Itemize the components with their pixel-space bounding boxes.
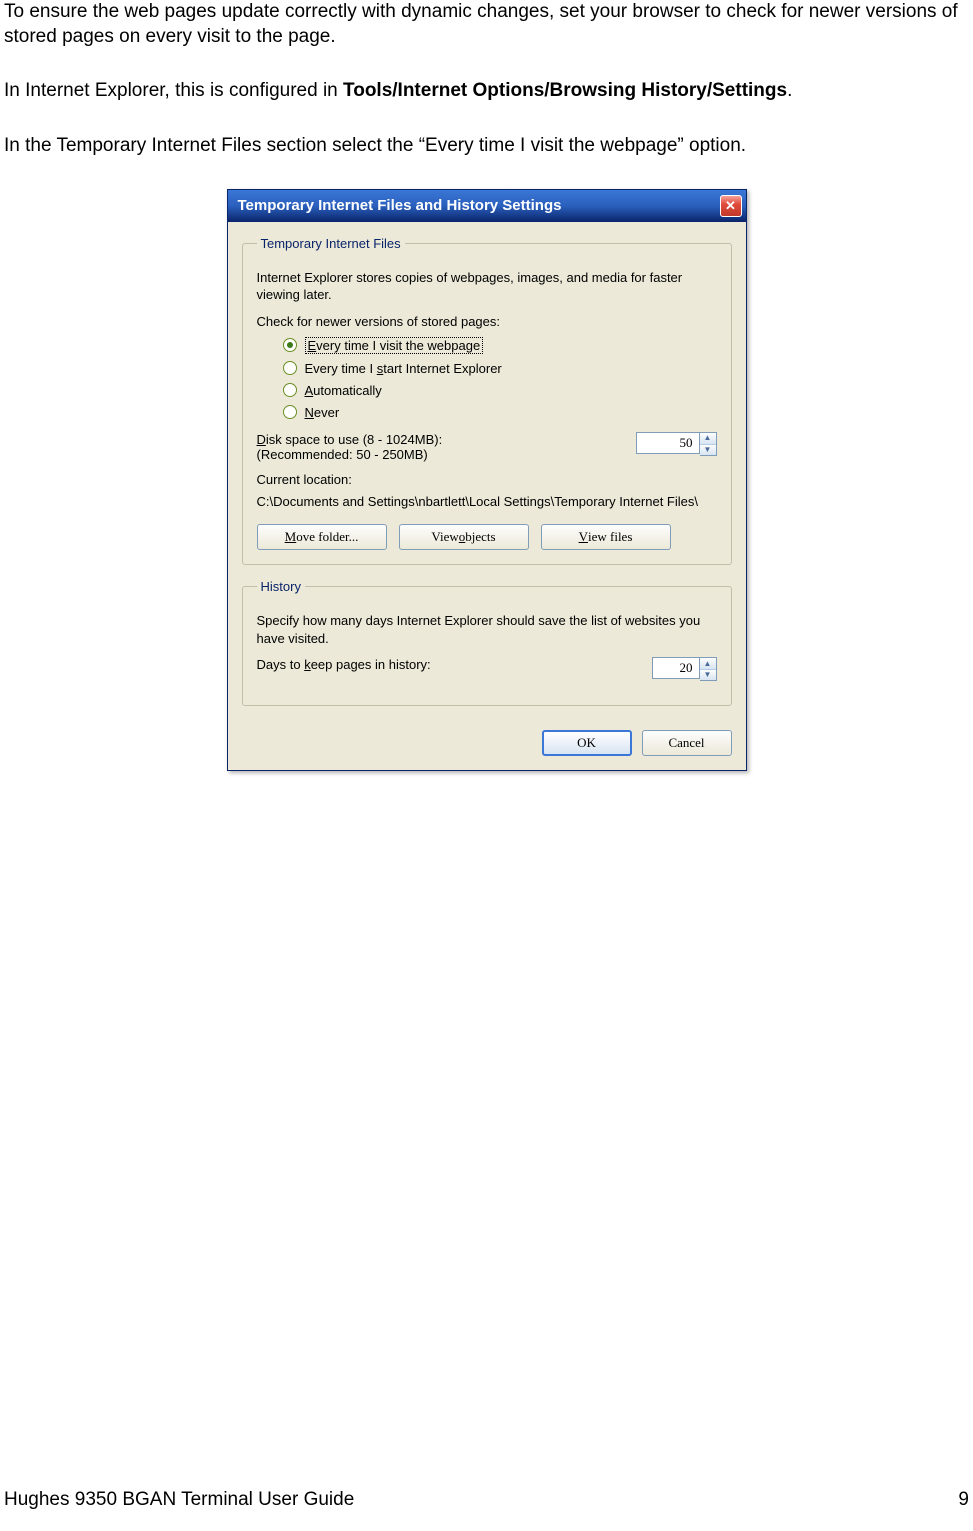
mnemonic: D [257, 432, 266, 447]
label-rest: very time I visit the webpage [316, 338, 480, 353]
close-button[interactable]: ✕ [720, 195, 742, 217]
mnemonic: E [308, 338, 317, 353]
check-newer-label: Check for newer versions of stored pages… [257, 314, 717, 329]
page-number: 9 [958, 1489, 969, 1511]
label-rest: utomatically [313, 383, 382, 398]
current-location-label: Current location: [257, 472, 717, 487]
radio-never[interactable]: Never [283, 405, 717, 420]
label-rest: iew files [588, 529, 632, 545]
current-location-path: C:\Documents and Settings\nbartlett\Loca… [257, 493, 717, 511]
mnemonic: V [579, 529, 588, 545]
radio-never-label: Never [305, 405, 340, 420]
temp-files-legend: Temporary Internet Files [257, 236, 405, 251]
mnemonic: N [305, 405, 314, 420]
paragraph-3: In the Temporary Internet Files section … [4, 134, 969, 159]
view-files-button[interactable]: View files [541, 524, 671, 550]
disk-space-input[interactable] [636, 432, 700, 454]
radio-icon [283, 383, 297, 397]
radio-every-start[interactable]: Every time I start Internet Explorer [283, 361, 717, 376]
label-rest: isk space to use (8 - 1024MB): [266, 432, 442, 447]
move-folder-button[interactable]: Move folder... [257, 524, 387, 550]
paragraph-2: In Internet Explorer, this is configured… [4, 79, 969, 104]
radio-icon [283, 361, 297, 375]
dialog-titlebar: Temporary Internet Files and History Set… [228, 190, 746, 222]
view-objects-button[interactable]: View objects [399, 524, 529, 550]
history-legend: History [257, 579, 305, 594]
p2-bold: Tools/Internet Options/Browsing History/… [343, 80, 787, 101]
close-icon: ✕ [725, 198, 736, 214]
temp-files-desc: Internet Explorer stores copies of webpa… [257, 269, 717, 304]
history-group: History Specify how many days Internet E… [242, 579, 732, 706]
days-keep-spinner[interactable]: ▲ ▼ [652, 657, 717, 681]
radio-automatically[interactable]: Automatically [283, 383, 717, 398]
label-a: Every time I [305, 361, 377, 376]
disk-space-spinner[interactable]: ▲ ▼ [636, 432, 717, 456]
radio-every-visit[interactable]: Every time I visit the webpage [283, 337, 717, 354]
days-keep-input[interactable] [652, 657, 700, 679]
radio-icon [283, 405, 297, 419]
label-rest: ever [314, 405, 339, 420]
spin-down-icon[interactable]: ▼ [700, 669, 716, 680]
p2-prefix: In Internet Explorer, this is configured… [4, 80, 343, 101]
history-desc: Specify how many days Internet Explorer … [257, 612, 717, 647]
p2-suffix: . [787, 80, 792, 101]
days-keep-label: Days to keep pages in history: [257, 657, 431, 672]
label-b: bjects [465, 529, 495, 545]
label-b: tart Internet Explorer [383, 361, 502, 376]
ok-button[interactable]: OK [542, 730, 632, 756]
disk-space-label: Disk space to use (8 - 1024MB): (Recomme… [257, 432, 443, 462]
spin-up-icon[interactable]: ▲ [700, 658, 716, 669]
disk-space-rec: (Recommended: 50 - 250MB) [257, 447, 443, 462]
dialog-title: Temporary Internet Files and History Set… [238, 197, 562, 214]
label-b: eep pages in history: [311, 657, 431, 672]
mnemonic: A [305, 383, 314, 398]
temp-files-group: Temporary Internet Files Internet Explor… [242, 236, 732, 566]
radio-icon [283, 338, 297, 352]
spin-down-icon[interactable]: ▼ [700, 444, 716, 455]
mnemonic: M [285, 529, 297, 545]
radio-every-visit-label: Every time I visit the webpage [305, 337, 484, 354]
label-a: View [431, 529, 458, 545]
radio-every-start-label: Every time I start Internet Explorer [305, 361, 502, 376]
radio-automatically-label: Automatically [305, 383, 382, 398]
paragraph-1: To ensure the web pages update correctly… [4, 0, 969, 49]
settings-dialog: Temporary Internet Files and History Set… [227, 189, 747, 772]
label-rest: ove folder... [296, 529, 358, 545]
spin-up-icon[interactable]: ▲ [700, 433, 716, 444]
footer-left: Hughes 9350 BGAN Terminal User Guide [4, 1489, 354, 1511]
label-a: Days to [257, 657, 305, 672]
cancel-button[interactable]: Cancel [642, 730, 732, 756]
